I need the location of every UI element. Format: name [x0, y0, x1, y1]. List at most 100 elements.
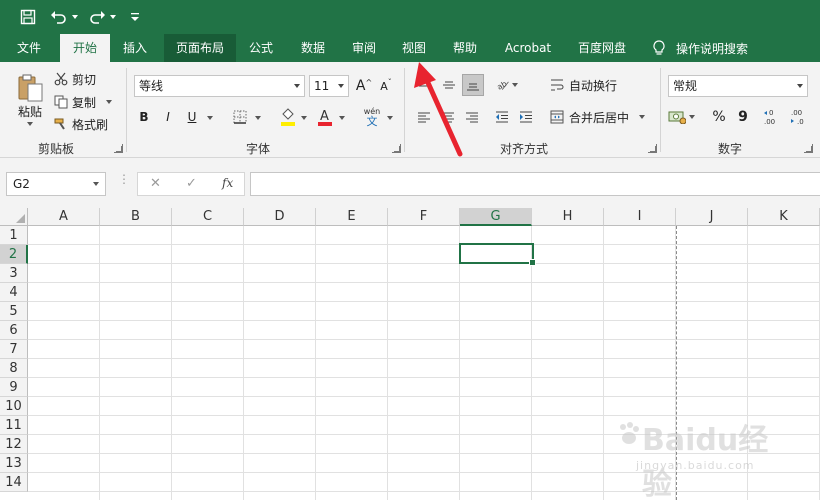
align-left-button[interactable]: [416, 109, 432, 125]
formula-bar-resize-handle[interactable]: ⋮: [118, 173, 130, 192]
comma-style-button[interactable]: 9: [734, 108, 752, 126]
formula-input[interactable]: [250, 172, 820, 196]
fill-color-dropdown-icon[interactable]: [301, 116, 307, 120]
row-header[interactable]: 11: [0, 416, 28, 435]
row-header[interactable]: 2: [0, 245, 28, 264]
orientation-button[interactable]: ab: [496, 76, 518, 94]
copy-dropdown-icon[interactable]: [106, 100, 113, 104]
italic-button[interactable]: I: [160, 107, 176, 127]
paste-dropdown-icon[interactable]: [27, 121, 33, 126]
column-header[interactable]: B: [100, 208, 172, 226]
row-header[interactable]: 9: [0, 378, 28, 397]
save-icon[interactable]: [20, 7, 36, 27]
column-header[interactable]: K: [748, 208, 820, 226]
row-header[interactable]: 7: [0, 340, 28, 359]
column-header[interactable]: J: [676, 208, 748, 226]
row-gridline: [28, 396, 820, 397]
number-launcher-icon[interactable]: [804, 144, 813, 153]
tab-baidu-netdisk[interactable]: 百度网盘: [570, 34, 634, 62]
tell-me-search[interactable]: 操作说明搜索: [652, 34, 748, 62]
borders-dropdown-icon[interactable]: [255, 116, 261, 120]
column-header[interactable]: I: [604, 208, 676, 226]
tab-acrobat[interactable]: Acrobat: [498, 34, 558, 62]
font-size-combo[interactable]: 11: [309, 75, 349, 97]
row-header[interactable]: 4: [0, 283, 28, 302]
decrease-font-button[interactable]: Aˇ: [378, 77, 394, 95]
row-header[interactable]: 1: [0, 226, 28, 245]
column-header[interactable]: D: [244, 208, 316, 226]
decrease-indent-button[interactable]: [494, 109, 510, 125]
tab-home[interactable]: 开始: [60, 34, 110, 62]
row-header[interactable]: 6: [0, 321, 28, 340]
column-header[interactable]: E: [316, 208, 388, 226]
align-right-button[interactable]: [464, 109, 480, 125]
row-header[interactable]: 14: [0, 473, 28, 492]
row-header[interactable]: 13: [0, 454, 28, 473]
format-painter-button[interactable]: 格式刷: [54, 115, 108, 133]
cut-button[interactable]: 剪切: [54, 70, 96, 88]
tab-data[interactable]: 数据: [290, 34, 336, 62]
align-center-button[interactable]: [440, 109, 456, 125]
undo-dropdown-icon[interactable]: [72, 15, 78, 19]
decrease-decimal-button[interactable]: .00.0: [788, 106, 810, 128]
row-header[interactable]: 12: [0, 435, 28, 454]
clipboard-launcher-icon[interactable]: [114, 144, 123, 153]
tab-insert[interactable]: 插入: [112, 34, 158, 62]
middle-align-button[interactable]: [440, 76, 458, 94]
insert-function-icon[interactable]: fx: [222, 176, 233, 190]
name-box[interactable]: G2: [6, 172, 106, 196]
row-header[interactable]: 5: [0, 302, 28, 321]
tab-view[interactable]: 视图: [391, 34, 437, 62]
merge-cells-icon: [550, 110, 564, 124]
underline-button[interactable]: U: [184, 107, 200, 127]
merge-dropdown-icon[interactable]: [639, 115, 646, 119]
font-launcher-icon[interactable]: [392, 144, 401, 153]
copy-button[interactable]: 复制: [54, 93, 113, 111]
redo-icon[interactable]: [88, 7, 116, 27]
borders-button[interactable]: [232, 109, 248, 125]
tab-review[interactable]: 审阅: [341, 34, 387, 62]
column-header[interactable]: F: [388, 208, 460, 226]
bottom-align-button[interactable]: [462, 74, 484, 96]
row-header[interactable]: 10: [0, 397, 28, 416]
row-header[interactable]: 3: [0, 264, 28, 283]
tab-page-layout[interactable]: 页面布局: [164, 34, 236, 62]
bold-button[interactable]: B: [136, 107, 152, 127]
percent-style-button[interactable]: %: [710, 108, 728, 126]
tab-formulas[interactable]: 公式: [238, 34, 284, 62]
svg-text:ab: ab: [496, 79, 508, 92]
column-header[interactable]: C: [172, 208, 244, 226]
column-header[interactable]: G: [460, 208, 532, 226]
cancel-icon[interactable]: ✕: [150, 176, 161, 191]
increase-indent-button[interactable]: [518, 109, 534, 125]
alignment-launcher-icon[interactable]: [648, 144, 657, 153]
column-header[interactable]: H: [532, 208, 604, 226]
underline-dropdown-icon[interactable]: [207, 116, 213, 120]
group-divider: [660, 68, 661, 152]
accounting-format-button[interactable]: [668, 108, 695, 126]
increase-decimal-button[interactable]: 0.00: [762, 106, 784, 128]
paste-button[interactable]: 粘贴: [12, 70, 48, 128]
customize-qat-icon[interactable]: [130, 7, 140, 27]
redo-dropdown-icon[interactable]: [110, 15, 116, 19]
wrap-text-button[interactable]: 自动换行: [550, 76, 617, 94]
active-cell[interactable]: [459, 243, 536, 266]
increase-font-button[interactable]: A ^: [356, 77, 372, 95]
column-header[interactable]: A: [28, 208, 100, 226]
top-align-button[interactable]: [414, 76, 432, 94]
fill-color-button[interactable]: [279, 107, 297, 127]
row-header[interactable]: 8: [0, 359, 28, 378]
tab-file[interactable]: 文件: [6, 34, 52, 62]
number-format-combo[interactable]: 常规: [668, 75, 808, 97]
phonetic-dropdown-icon[interactable]: [387, 116, 393, 120]
tab-help[interactable]: 帮助: [442, 34, 488, 62]
phonetic-guide-button[interactable]: wén 文: [360, 105, 384, 129]
enter-icon[interactable]: ✓: [186, 176, 197, 191]
font-color-dropdown-icon[interactable]: [339, 116, 345, 120]
select-all-button[interactable]: [0, 208, 28, 226]
merge-center-button[interactable]: 合并后居中: [550, 108, 646, 126]
undo-icon[interactable]: [50, 7, 78, 27]
font-color-button[interactable]: A: [316, 107, 334, 127]
decrease-font-icon: A: [380, 79, 388, 93]
font-name-combo[interactable]: 等线: [134, 75, 305, 97]
